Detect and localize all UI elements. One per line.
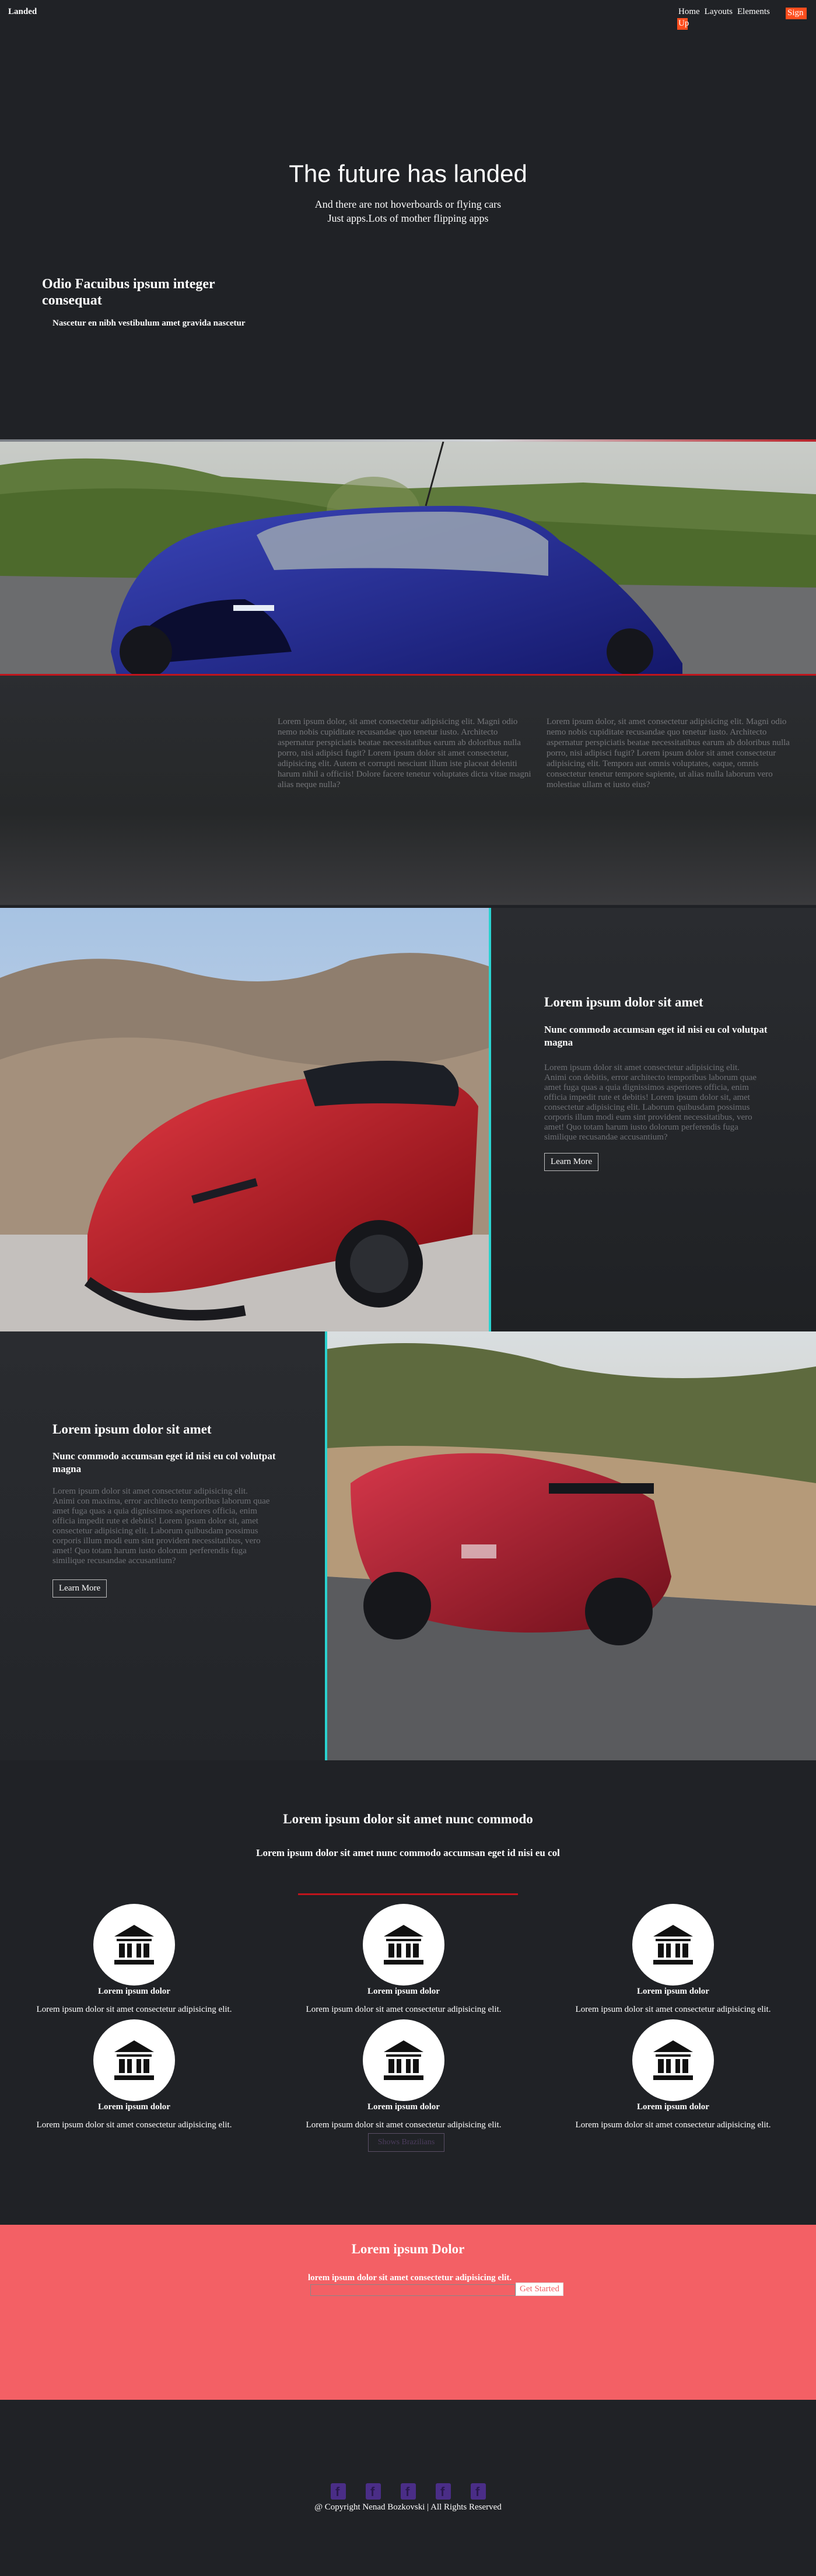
nav-link-layouts[interactable]: Layouts xyxy=(705,7,733,16)
feature-card: Lorem ipsum dolor Lorem ipsum dolor sit … xyxy=(0,2019,268,2130)
bank-icon xyxy=(93,1904,175,1986)
facebook-icon[interactable]: f xyxy=(366,2483,381,2500)
feature-one-subheading: Nunc commodo accumsan eget id nisi eu co… xyxy=(544,1024,768,1048)
brand-logo[interactable]: Landed xyxy=(8,7,37,17)
feature-card-desc: Lorem ipsum dolor sit amet consectetur a… xyxy=(36,2120,232,2130)
features-button[interactable]: Shows Brazilians xyxy=(368,2133,444,2152)
feature-card-title: Lorem ipsum dolor xyxy=(637,1987,709,1996)
bank-icon xyxy=(632,1904,714,1986)
bank-icon xyxy=(363,1904,444,1986)
feature-card-title: Lorem ipsum dolor xyxy=(98,1987,170,1996)
feature-one-body: Lorem ipsum dolor sit amet consectetur a… xyxy=(544,1063,757,1142)
feature-card-title: Lorem ipsum dolor xyxy=(367,1987,440,1996)
facebook-icon[interactable]: f xyxy=(436,2483,451,2500)
feature-card-desc: Lorem ipsum dolor sit amet consectetur a… xyxy=(306,2005,502,2014)
hero-subtitle: And there are not hoverboards or flying … xyxy=(0,197,816,225)
section-col-2: Lorem ipsum dolor, sit amet consectetur … xyxy=(547,717,790,789)
feature-card-title: Lorem ipsum dolor xyxy=(637,2102,709,2112)
bank-icon xyxy=(632,2019,714,2101)
red-car-image xyxy=(0,908,489,1331)
feature-one-heading: Lorem ipsum dolor sit amet xyxy=(544,995,703,1009)
copyright: @ Copyright Nenad Bozkovski | All Rights… xyxy=(314,2502,502,2512)
feature-two-learn-more-button[interactable]: Learn More xyxy=(52,1579,107,1598)
blue-car-text-panel xyxy=(0,676,816,905)
features-subtitle: Lorem ipsum dolor sit amet nunc commodo … xyxy=(256,1847,560,1858)
red-car-rear-image xyxy=(327,1331,816,1760)
feature-card: Lorem ipsum dolor Lorem ipsum dolor sit … xyxy=(539,2019,807,2130)
nav-link-elements[interactable]: Elements xyxy=(737,7,770,16)
feature-one-learn-more-button[interactable]: Learn More xyxy=(544,1153,599,1171)
facebook-icon[interactable]: f xyxy=(331,2483,346,2500)
feature-card-desc: Lorem ipsum dolor sit amet consectetur a… xyxy=(306,2120,502,2130)
feature-two-body: Lorem ipsum dolor sit amet consectetur a… xyxy=(52,1487,270,1565)
blue-car-image xyxy=(0,442,816,675)
feature-two-heading: Lorem ipsum dolor sit amet xyxy=(52,1422,212,1436)
feature-card-desc: Lorem ipsum dolor sit amet consectetur a… xyxy=(575,2120,771,2130)
bank-icon xyxy=(93,2019,175,2101)
email-field[interactable] xyxy=(310,2284,516,2296)
feature-card-desc: Lorem ipsum dolor sit amet consectetur a… xyxy=(36,2005,232,2014)
top-nav: Landed Home Layouts Elements Sign Up xyxy=(0,0,816,30)
hero-subtitle-line2: Just apps.Lots of mother flipping apps xyxy=(327,212,489,224)
signup-label-1[interactable]: Sign xyxy=(787,8,804,18)
feature-card: Lorem ipsum dolor Lorem ipsum dolor sit … xyxy=(0,1904,268,2015)
bank-icon xyxy=(363,2019,444,2101)
get-started-button[interactable]: Get Started xyxy=(516,2283,563,2296)
features-divider xyxy=(298,1893,518,1895)
signup-label: lorem ipsum dolor sit amet consectetur a… xyxy=(308,2273,512,2283)
signup-label-2[interactable]: Up xyxy=(678,19,689,29)
feature-card: Lorem ipsum dolor Lorem ipsum dolor sit … xyxy=(539,1904,807,2015)
hero-title: The future has landed xyxy=(289,160,527,187)
facebook-icon[interactable]: f xyxy=(401,2483,416,2500)
feature-card-desc: Lorem ipsum dolor sit amet consectetur a… xyxy=(575,2005,771,2014)
feature-card-title: Lorem ipsum dolor xyxy=(98,2102,170,2112)
feature-card: Lorem ipsum dolor Lorem ipsum dolor sit … xyxy=(269,2019,538,2130)
section-col-1: Lorem ipsum dolor, sit amet consectetur … xyxy=(278,717,531,789)
feature-two-subheading: Nunc commodo accumsan eget id nisi eu co… xyxy=(52,1450,276,1474)
feature-card: Lorem ipsum dolor Lorem ipsum dolor sit … xyxy=(269,1904,538,2015)
blue-car-section xyxy=(0,439,816,905)
hero-subtitle-line1: And there are not hoverboards or flying … xyxy=(314,198,502,210)
facebook-icon[interactable]: f xyxy=(471,2483,486,2500)
features-title: Lorem ipsum dolor sit amet nunc commodo xyxy=(283,1812,533,1826)
feature-card-title: Lorem ipsum dolor xyxy=(367,2102,440,2112)
nav-link-home[interactable]: Home xyxy=(678,7,700,16)
nav-links: Home Layouts Elements xyxy=(678,7,775,17)
signup-title: Lorem ipsum Dolor xyxy=(351,2242,465,2256)
section-heading: Odio Facuibus ipsum integer consequat xyxy=(42,277,215,308)
section-subheading: Nascetur en nibh vestibulum amet gravida… xyxy=(52,319,246,328)
